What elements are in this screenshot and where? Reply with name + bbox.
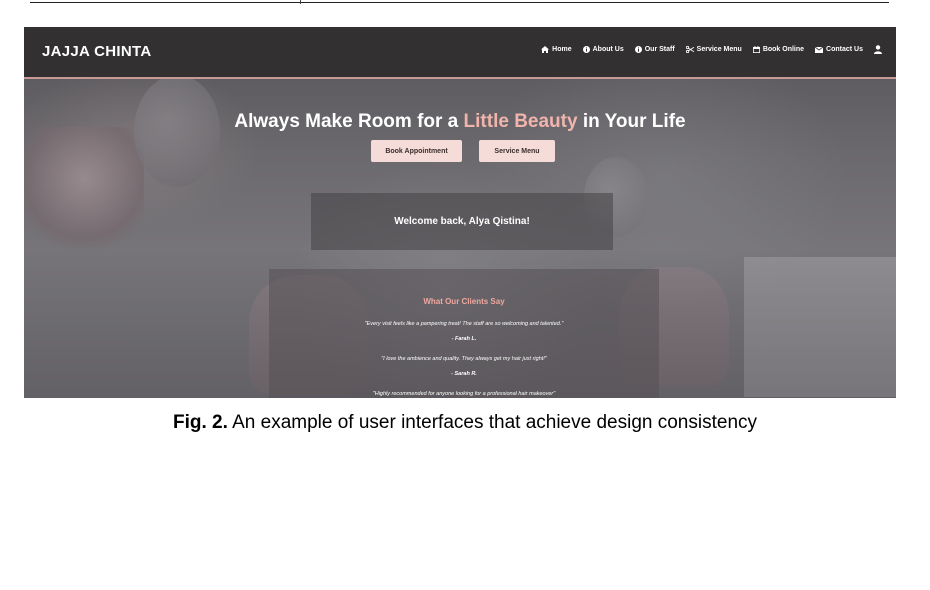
scissors-icon [685,46,694,53]
nav-label-service: Service Menu [696,46,742,53]
book-appointment-button[interactable]: Book Appointment [371,140,462,162]
caption-text: An example of user interfaces that achie… [227,412,758,433]
figure-caption: Fig. 2. An example of user interfaces th… [0,412,930,434]
testimonial-quote: "I love the ambience and quality. They a… [381,356,547,362]
home-icon [541,46,550,53]
user-account-button[interactable] [874,45,882,54]
hero-headline: Always Make Room for a Little Beauty in … [24,111,896,133]
nav-label-home: Home [552,46,572,53]
user-icon [874,45,882,54]
service-menu-button[interactable]: Service Menu [479,140,555,162]
info-icon [634,46,642,53]
testimonial-author: - Sarah R. [451,371,477,377]
website-screenshot: JAJJA CHINTA Home About Us Our Staff Ser… [24,27,896,398]
nav-menu: Home About Us Our Staff Service Menu Boo… [541,45,882,54]
headline-part-2: in Your Life [577,111,686,132]
nav-item-about[interactable]: About Us [582,46,624,53]
nav-item-service[interactable]: Service Menu [685,46,742,53]
nav-item-contact[interactable]: Contact Us [815,46,863,53]
welcome-message: Welcome back, Alya Qistina! [394,216,530,227]
envelope-icon [815,46,824,53]
headline-accent: Little Beauty [463,111,578,132]
nav-item-book[interactable]: Book Online [752,46,805,53]
nav-item-staff[interactable]: Our Staff [634,46,675,53]
headline-part-1: Always Make Room for a [234,111,464,132]
top-rule-tick [300,0,301,4]
caption-label: Fig. 2. [172,412,228,433]
testimonial-quote: "Every visit feels like a pampering trea… [364,321,564,327]
nav-item-home[interactable]: Home [541,46,572,53]
testimonials-section: What Our Clients Say "Every visit feels … [269,269,659,398]
nav-label-contact: Contact Us [826,46,863,53]
testimonial-quote: "Highly recommended for anyone looking f… [372,391,556,397]
navbar: JAJJA CHINTA Home About Us Our Staff Ser… [24,27,896,79]
top-rule [30,2,889,3]
brand-logo[interactable]: JAJJA CHINTA [42,43,151,60]
testimonial-author: - Farah L. [451,336,477,342]
nav-label-about: About Us [592,46,624,53]
welcome-panel: Welcome back, Alya Qistina! [311,193,613,250]
info-icon [582,46,590,53]
nav-label-book: Book Online [762,46,805,53]
calendar-icon [752,46,760,53]
testimonials-title: What Our Clients Say [423,297,505,306]
nav-label-staff: Our Staff [644,46,675,53]
